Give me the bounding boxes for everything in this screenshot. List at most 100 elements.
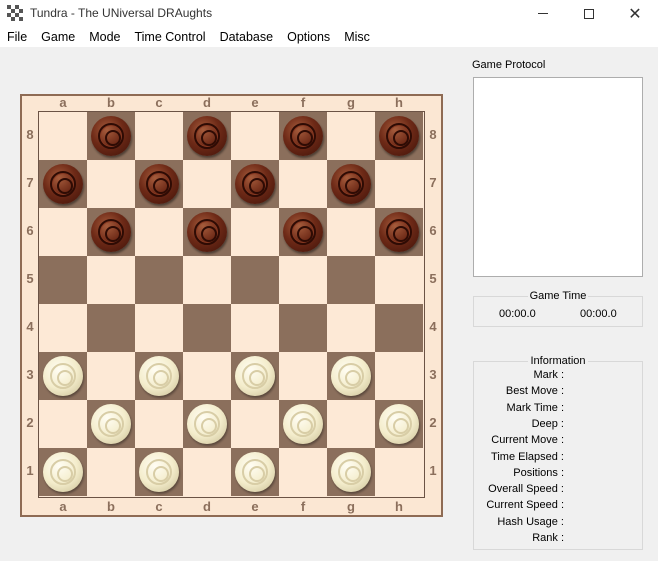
square-e6[interactable] xyxy=(231,208,279,256)
square-d1[interactable] xyxy=(183,448,231,496)
minimize-button[interactable] xyxy=(520,0,566,27)
black-piece-icon[interactable] xyxy=(283,212,323,252)
square-g3[interactable] xyxy=(327,352,375,400)
black-piece-icon[interactable] xyxy=(43,164,83,204)
square-e1[interactable] xyxy=(231,448,279,496)
square-d7[interactable] xyxy=(183,160,231,208)
square-g8[interactable] xyxy=(327,112,375,160)
square-f1[interactable] xyxy=(279,448,327,496)
square-c4[interactable] xyxy=(135,304,183,352)
menu-options[interactable]: Options xyxy=(280,27,337,47)
square-g1[interactable] xyxy=(327,448,375,496)
black-piece-icon[interactable] xyxy=(283,116,323,156)
square-a2[interactable] xyxy=(39,400,87,448)
menu-game[interactable]: Game xyxy=(34,27,82,47)
square-e4[interactable] xyxy=(231,304,279,352)
menu-mode[interactable]: Mode xyxy=(82,27,127,47)
white-piece-icon[interactable] xyxy=(283,404,323,444)
square-g6[interactable] xyxy=(327,208,375,256)
menu-misc[interactable]: Misc xyxy=(337,27,377,47)
white-piece-icon[interactable] xyxy=(91,404,131,444)
square-e5[interactable] xyxy=(231,256,279,304)
square-e3[interactable] xyxy=(231,352,279,400)
square-h6[interactable] xyxy=(375,208,423,256)
menu-database[interactable]: Database xyxy=(213,27,281,47)
black-piece-icon[interactable] xyxy=(139,164,179,204)
square-b1[interactable] xyxy=(87,448,135,496)
menu-time-control[interactable]: Time Control xyxy=(127,27,212,47)
square-c7[interactable] xyxy=(135,160,183,208)
white-piece-icon[interactable] xyxy=(235,452,275,492)
square-f5[interactable] xyxy=(279,256,327,304)
black-piece-icon[interactable] xyxy=(91,212,131,252)
square-c5[interactable] xyxy=(135,256,183,304)
white-piece-icon[interactable] xyxy=(43,452,83,492)
white-piece-icon[interactable] xyxy=(379,404,419,444)
black-piece-icon[interactable] xyxy=(187,116,227,156)
black-piece-icon[interactable] xyxy=(91,116,131,156)
white-piece-icon[interactable] xyxy=(331,356,371,396)
square-a6[interactable] xyxy=(39,208,87,256)
square-c1[interactable] xyxy=(135,448,183,496)
square-b8[interactable] xyxy=(87,112,135,160)
white-piece-icon[interactable] xyxy=(139,452,179,492)
square-h5[interactable] xyxy=(375,256,423,304)
square-b7[interactable] xyxy=(87,160,135,208)
white-piece-icon[interactable] xyxy=(187,404,227,444)
black-piece-icon[interactable] xyxy=(331,164,371,204)
black-piece-icon[interactable] xyxy=(235,164,275,204)
square-b4[interactable] xyxy=(87,304,135,352)
maximize-button[interactable] xyxy=(566,0,612,27)
square-h7[interactable] xyxy=(375,160,423,208)
square-g4[interactable] xyxy=(327,304,375,352)
black-piece-icon[interactable] xyxy=(379,212,419,252)
square-h3[interactable] xyxy=(375,352,423,400)
white-piece-icon[interactable] xyxy=(43,356,83,396)
square-e7[interactable] xyxy=(231,160,279,208)
square-d5[interactable] xyxy=(183,256,231,304)
square-a7[interactable] xyxy=(39,160,87,208)
square-a4[interactable] xyxy=(39,304,87,352)
square-f8[interactable] xyxy=(279,112,327,160)
square-c2[interactable] xyxy=(135,400,183,448)
menu-file[interactable]: File xyxy=(0,27,34,47)
square-b3[interactable] xyxy=(87,352,135,400)
square-b5[interactable] xyxy=(87,256,135,304)
square-c8[interactable] xyxy=(135,112,183,160)
square-h2[interactable] xyxy=(375,400,423,448)
square-g7[interactable] xyxy=(327,160,375,208)
close-button[interactable]: ✕ xyxy=(612,0,658,27)
square-h4[interactable] xyxy=(375,304,423,352)
square-e2[interactable] xyxy=(231,400,279,448)
white-piece-icon[interactable] xyxy=(235,356,275,396)
square-g5[interactable] xyxy=(327,256,375,304)
square-d2[interactable] xyxy=(183,400,231,448)
square-c3[interactable] xyxy=(135,352,183,400)
game-protocol-list[interactable] xyxy=(473,77,643,277)
black-piece-icon[interactable] xyxy=(187,212,227,252)
square-e8[interactable] xyxy=(231,112,279,160)
square-d3[interactable] xyxy=(183,352,231,400)
square-d8[interactable] xyxy=(183,112,231,160)
square-a1[interactable] xyxy=(39,448,87,496)
square-c6[interactable] xyxy=(135,208,183,256)
square-f4[interactable] xyxy=(279,304,327,352)
black-piece-icon[interactable] xyxy=(379,116,419,156)
white-piece-icon[interactable] xyxy=(331,452,371,492)
square-b2[interactable] xyxy=(87,400,135,448)
square-b6[interactable] xyxy=(87,208,135,256)
square-d6[interactable] xyxy=(183,208,231,256)
square-d4[interactable] xyxy=(183,304,231,352)
square-f3[interactable] xyxy=(279,352,327,400)
square-h1[interactable] xyxy=(375,448,423,496)
square-g2[interactable] xyxy=(327,400,375,448)
square-f6[interactable] xyxy=(279,208,327,256)
square-h8[interactable] xyxy=(375,112,423,160)
square-f7[interactable] xyxy=(279,160,327,208)
white-piece-icon[interactable] xyxy=(139,356,179,396)
app-checkerboard-icon[interactable] xyxy=(7,5,23,21)
square-f2[interactable] xyxy=(279,400,327,448)
square-a5[interactable] xyxy=(39,256,87,304)
square-a8[interactable] xyxy=(39,112,87,160)
square-a3[interactable] xyxy=(39,352,87,400)
